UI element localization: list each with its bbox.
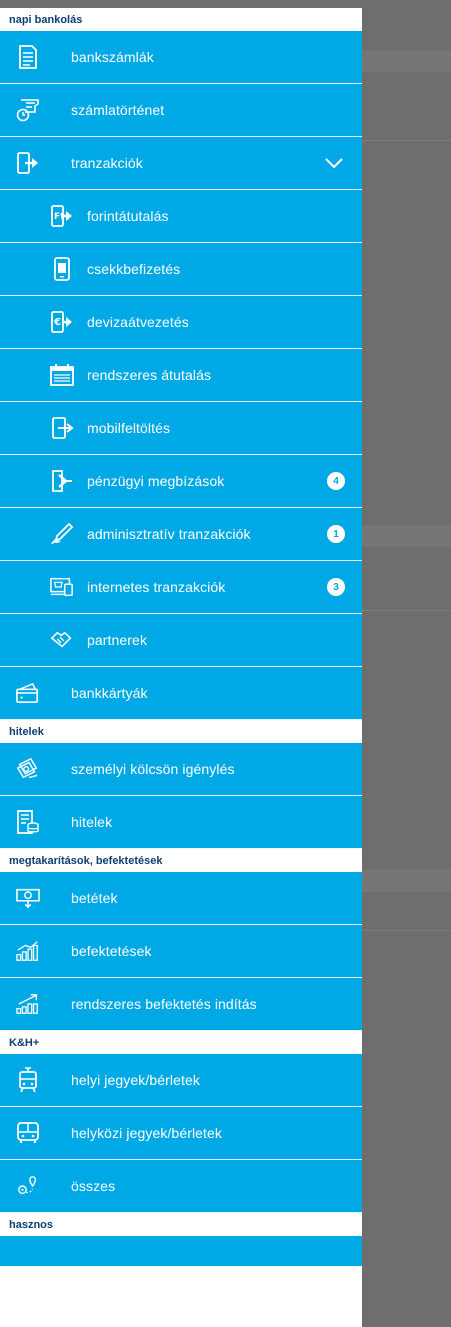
section-header-napi-bankolas: napi bankolás bbox=[0, 8, 362, 31]
bus-icon bbox=[16, 1121, 40, 1145]
backdrop-divider bbox=[362, 930, 451, 931]
menu-item-hitelek[interactable]: hitelek bbox=[0, 796, 362, 849]
document-icon bbox=[16, 45, 40, 69]
pen-sign-icon bbox=[50, 522, 74, 546]
menu-item-osszes[interactable]: összes bbox=[0, 1160, 362, 1213]
tram-icon bbox=[16, 1067, 40, 1093]
menu-item-label: partnerek bbox=[87, 632, 148, 648]
menu-item-partnerek[interactable]: partnerek bbox=[0, 614, 362, 667]
section-header-megtakaritasok: megtakarítások, befektetések bbox=[0, 849, 362, 872]
menu-item-label: rendszeres átutalás bbox=[87, 367, 212, 383]
section-header-hitelek: hitelek bbox=[0, 720, 362, 743]
handshake-icon bbox=[50, 628, 74, 652]
cheque-phone-icon bbox=[50, 257, 74, 281]
menu-item-label: bankkártyák bbox=[71, 685, 148, 701]
internet-cart-icon bbox=[50, 575, 74, 599]
backdrop-band bbox=[362, 525, 451, 547]
money-icon bbox=[16, 757, 40, 781]
section-header-kh-plus: K&H+ bbox=[0, 1031, 362, 1054]
menu-item-label: helyközi jegyek/bérletek bbox=[71, 1125, 223, 1141]
menu-item-szemelyi-kolcson-igenyles[interactable]: személyi kölcsön igénylés bbox=[0, 743, 362, 796]
menu-item-label: hitelek bbox=[71, 814, 113, 830]
menu-item-label: helyi jegyek/bérletek bbox=[71, 1072, 200, 1088]
menu-item-label: devizaátvezetés bbox=[87, 314, 189, 330]
menu-item-csekkbefizetes[interactable]: csekkbefizetés bbox=[0, 243, 362, 296]
financial-order-icon bbox=[50, 469, 74, 493]
menu-item-label: pénzügyi megbízások bbox=[87, 473, 225, 489]
menu-item-helyi-jegyek[interactable]: helyi jegyek/bérletek bbox=[0, 1054, 362, 1107]
history-receipt-icon bbox=[16, 98, 40, 122]
menu-item-label: adminisztratív tranzakciók bbox=[87, 526, 251, 542]
menu-item-label: internetes tranzakciók bbox=[87, 579, 226, 595]
backdrop-divider bbox=[362, 610, 451, 611]
menu-item-rendszeres-befektetes-inditas[interactable]: rendszeres befektetés indítás bbox=[0, 978, 362, 1031]
navigation-drawer: napi bankolás bankszámlák számlatörténet… bbox=[0, 8, 362, 1327]
menu-item-partial[interactable] bbox=[0, 1236, 362, 1266]
deposit-icon bbox=[16, 886, 40, 910]
menu-item-adminisztrativ-tranzakciok[interactable]: adminisztratív tranzakciók 1 bbox=[0, 508, 362, 561]
menu-item-helykozi-jegyek[interactable]: helyközi jegyek/bérletek bbox=[0, 1107, 362, 1160]
growth-chart-icon bbox=[16, 992, 40, 1016]
menu-item-bankkartyak[interactable]: bankkártyák bbox=[0, 667, 362, 720]
menu-item-penzugyi-megbizasok[interactable]: pénzügyi megbízások 4 bbox=[0, 455, 362, 508]
investment-chart-icon bbox=[16, 939, 40, 963]
backdrop-band bbox=[362, 870, 451, 892]
count-badge: 1 bbox=[327, 525, 345, 543]
menu-item-internetes-tranzakciok[interactable]: internetes tranzakciók 3 bbox=[0, 561, 362, 614]
mobile-topup-icon bbox=[50, 416, 74, 440]
euro-transfer-icon: € bbox=[50, 310, 74, 334]
menu-item-mobilfeltoltes[interactable]: mobilfeltöltés bbox=[0, 402, 362, 455]
chevron-down-icon[interactable] bbox=[324, 153, 344, 173]
location-pins-icon bbox=[16, 1174, 40, 1198]
menu-item-label: betétek bbox=[71, 890, 118, 906]
calendar-icon bbox=[50, 363, 74, 387]
transfer-icon bbox=[16, 151, 40, 175]
backdrop-divider bbox=[362, 140, 451, 141]
menu-item-label: forintátutalás bbox=[87, 208, 169, 224]
loan-document-icon bbox=[16, 810, 40, 834]
count-badge: 3 bbox=[327, 578, 345, 596]
wallet-card-icon bbox=[16, 681, 40, 705]
backdrop-band bbox=[362, 50, 451, 72]
menu-item-devizaatvezetes[interactable]: € devizaátvezetés bbox=[0, 296, 362, 349]
menu-item-label: befektetések bbox=[71, 943, 152, 959]
menu-item-label: számlatörténet bbox=[71, 102, 165, 118]
menu-item-label: csekkbefizetés bbox=[87, 261, 181, 277]
menu-item-tranzakciok[interactable]: tranzakciók bbox=[0, 137, 362, 190]
forint-transfer-icon: Ft bbox=[50, 204, 74, 228]
menu-item-forintatutalas[interactable]: Ft forintátutalás bbox=[0, 190, 362, 243]
menu-item-label: bankszámlák bbox=[71, 49, 154, 65]
menu-item-label: tranzakciók bbox=[71, 155, 143, 171]
menu-item-label: mobilfeltöltés bbox=[87, 420, 171, 436]
menu-item-befektetesek[interactable]: befektetések bbox=[0, 925, 362, 978]
section-header-hasznos: hasznos bbox=[0, 1213, 362, 1236]
menu-item-betetek[interactable]: betétek bbox=[0, 872, 362, 925]
menu-item-rendszeres-atutalas[interactable]: rendszeres átutalás bbox=[0, 349, 362, 402]
svg-text:€: € bbox=[53, 317, 61, 328]
count-badge: 4 bbox=[327, 472, 345, 490]
menu-item-label: összes bbox=[71, 1178, 116, 1194]
menu-item-bankszamlak[interactable]: bankszámlák bbox=[0, 31, 362, 84]
menu-item-label: személyi kölcsön igénylés bbox=[71, 761, 235, 777]
menu-item-szamlatortenet[interactable]: számlatörténet bbox=[0, 84, 362, 137]
menu-item-label: rendszeres befektetés indítás bbox=[71, 996, 257, 1012]
